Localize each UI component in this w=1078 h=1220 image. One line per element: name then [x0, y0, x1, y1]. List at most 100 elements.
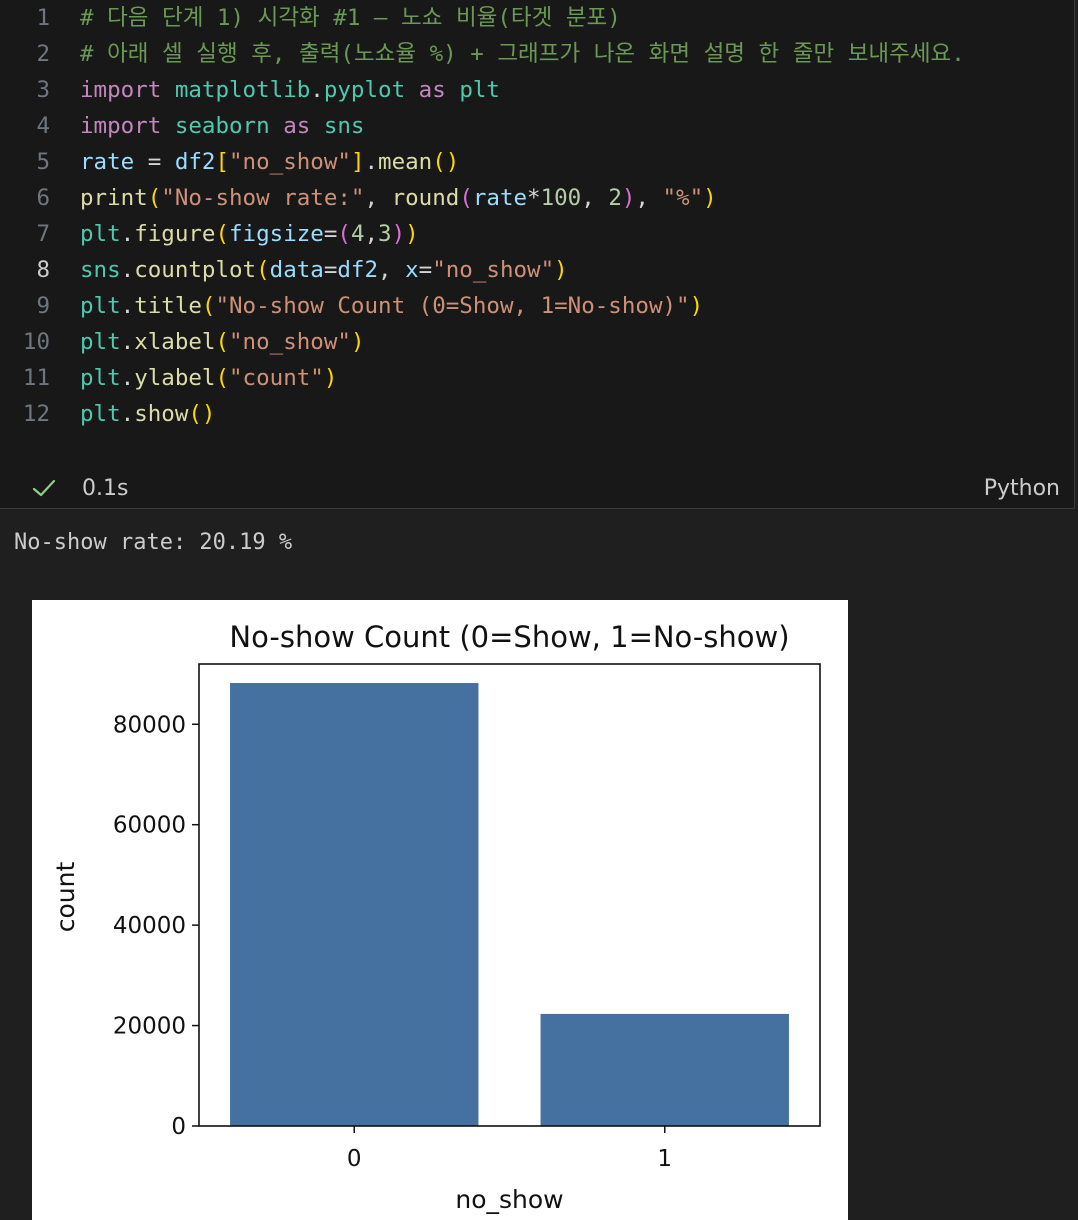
code-token: "%": [662, 185, 704, 211]
code-token: (: [256, 257, 270, 283]
code-token: "no_show": [229, 149, 351, 175]
code-token: ): [621, 185, 636, 211]
code-token: import: [80, 77, 162, 103]
code-token: .: [120, 293, 135, 319]
y-tick-label: 80000: [113, 712, 186, 738]
code-text: print("No-show rate:", round(rate*100, 2…: [80, 180, 717, 216]
y-tick-label: 20000: [113, 1014, 186, 1040]
code-token: ]: [350, 149, 365, 175]
bar-chart: 0 1 0 20000 40000 60000 80000 No-show Count (0=…: [51, 620, 821, 1214]
line-number: 9: [36, 293, 50, 319]
code-token: plt: [80, 329, 121, 355]
code-line[interactable]: 2 # 아래 셀 실행 후, 출력(노쇼율 %) + 그래프가 나온 화면 설명 …: [0, 36, 965, 72]
code-text: import matplotlib.pyplot as plt: [80, 72, 500, 108]
code-token: ): [703, 185, 717, 211]
code-token: (: [215, 221, 230, 247]
code-token: "No-show rate:": [161, 185, 365, 211]
code-line[interactable]: 4 import seaborn as sns: [0, 108, 364, 144]
execution-time: 0.1s: [82, 476, 129, 501]
code-token: (: [147, 185, 162, 211]
code-line[interactable]: 9 plt.title("No-show Count (0=Show, 1=No-…: [0, 288, 703, 324]
line-number: 3: [36, 77, 50, 103]
code-line[interactable]: 6 print("No-show rate:", round(rate*100, …: [0, 180, 717, 216]
x-tick-label: 1: [657, 1146, 672, 1172]
line-number: 1: [36, 5, 50, 31]
code-line[interactable]: 10 plt.xlabel("no_show"): [0, 324, 365, 360]
code-token: ): [391, 221, 406, 247]
code-token: sns: [323, 113, 365, 139]
code-cell[interactable]: 1 # 다음 단계 1) 시각화 #1 — 노쇼 비율(타겟 분포) 2 # 아래 셀…: [0, 0, 1075, 509]
cell-output-text: No-show rate: 20.19 %: [14, 530, 293, 555]
line-number: 8: [36, 257, 50, 283]
code-token: rate: [472, 185, 528, 211]
code-line[interactable]: 11 plt.ylabel("count"): [0, 360, 337, 396]
code-text: rate = df2["no_show"].mean(): [80, 144, 459, 180]
code-line[interactable]: 3 import matplotlib.pyplot as plt: [0, 72, 500, 108]
code-token: .: [120, 401, 135, 427]
checkmark-icon: [32, 479, 56, 497]
code-token: # 아래 셀 실행 후, 출력(노쇼율 %) + 그래프가 나온 화면 설명 한…: [80, 41, 965, 67]
code-line[interactable]: 5 rate = df2["no_show"].mean(): [0, 144, 459, 180]
code-token: (: [201, 293, 216, 319]
code-token: ,: [364, 221, 379, 247]
code-token: 2: [608, 185, 622, 211]
code-token: ): [405, 221, 419, 247]
code-line[interactable]: 8 sns.countplot(data=df2, x="no_show"): [0, 252, 568, 288]
code-token: *: [527, 185, 541, 211]
chart-output: 0 1 0 20000 40000 60000 80000 No-show Count (0=…: [32, 600, 848, 1220]
bar: [230, 683, 479, 1126]
line-number: 6: [36, 185, 50, 211]
code-token: round: [391, 185, 460, 211]
code-text: sns.countplot(data=df2, x="no_show"): [80, 252, 568, 288]
line-number: 5: [36, 149, 50, 175]
code-token: title: [134, 293, 202, 319]
code-token: ): [350, 329, 365, 355]
bar: [540, 1013, 789, 1126]
code-token: plt: [80, 365, 121, 391]
code-token: .: [120, 257, 135, 283]
line-number: 4: [36, 113, 50, 139]
code-text: plt.figure(figsize=(4,3)): [80, 216, 419, 252]
code-token: data: [269, 257, 324, 283]
code-line[interactable]: 1 # 다음 단계 1) 시각화 #1 — 노쇼 비율(타겟 분포): [0, 0, 620, 36]
code-text: plt.title("No-show Count (0=Show, 1=No-s…: [80, 288, 703, 324]
y-axis-label: count: [51, 862, 80, 933]
code-token: pyplot: [323, 77, 406, 103]
code-token: ,: [635, 185, 663, 211]
line-number: 11: [22, 365, 50, 391]
cell-status-bar: 0.1s Python: [0, 468, 1074, 508]
code-token: .: [364, 149, 379, 175]
code-token: as: [283, 113, 311, 139]
line-number: 7: [36, 221, 50, 247]
code-token: =: [134, 149, 175, 175]
x-tick-label: 0: [347, 1146, 362, 1172]
code-text: plt.show(): [80, 396, 215, 432]
code-line[interactable]: 7 plt.figure(figsize=(4,3)): [0, 216, 419, 252]
code-token: .: [310, 77, 324, 103]
code-text: plt.ylabel("count"): [80, 360, 337, 396]
code-token: "no_show": [432, 257, 555, 283]
code-line[interactable]: 12 plt.show(): [0, 396, 216, 432]
code-token: figsize: [229, 221, 324, 247]
code-token: import: [80, 113, 162, 139]
code-token: ,: [581, 185, 609, 211]
code-token: ylabel: [134, 365, 216, 391]
code-token: (: [337, 221, 351, 247]
code-token: (: [459, 185, 473, 211]
code-token: 3: [378, 221, 392, 247]
code-token: =: [323, 257, 338, 283]
language-selector[interactable]: Python: [984, 476, 1060, 501]
code-token: =: [323, 221, 338, 247]
code-token: ): [323, 365, 338, 391]
code-token: seaborn: [174, 113, 270, 139]
code-token: x: [405, 257, 419, 283]
code-token: .: [120, 365, 135, 391]
x-axis-label: no_show: [455, 1185, 563, 1214]
code-token: countplot: [134, 257, 257, 283]
code-token: df2: [174, 149, 216, 175]
code-token: sns: [80, 257, 121, 283]
code-token: matplotlib: [174, 77, 311, 103]
code-token: ,: [378, 257, 406, 283]
